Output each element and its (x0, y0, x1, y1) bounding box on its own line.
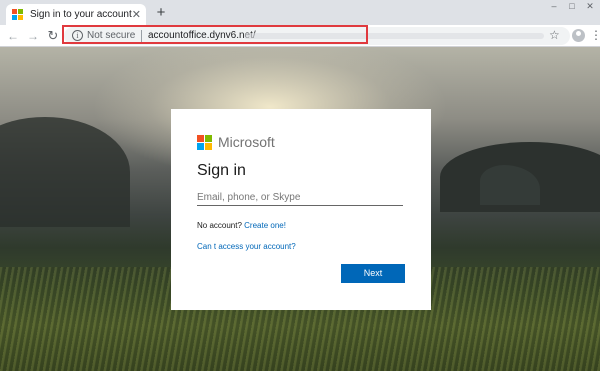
close-tab-icon[interactable]: ✕ (132, 9, 141, 21)
new-tab-button[interactable]: + (153, 5, 169, 20)
microsoft-logo-icon (197, 134, 212, 150)
bookmark-star-icon[interactable]: ☆ (549, 27, 560, 43)
microsoft-brand: Microsoft (197, 134, 275, 150)
create-account-link[interactable]: Create one! (244, 221, 286, 230)
close-window-button[interactable]: ✕ (582, 0, 598, 12)
no-account-line: No account? Create one! (197, 221, 286, 230)
tab-sign-in[interactable]: Sign in to your account ✕ (6, 4, 146, 25)
cant-access-link[interactable]: Can t access your account? (197, 242, 296, 251)
tab-title: Sign in to your account (30, 9, 132, 20)
page-title: Sign in (197, 162, 246, 179)
maximize-button[interactable]: □ (564, 0, 580, 12)
back-arrow-icon[interactable]: ← (6, 29, 20, 43)
microsoft-logo-icon (12, 9, 23, 20)
background-hill (0, 117, 130, 227)
next-button[interactable]: Next (341, 264, 405, 283)
minimize-button[interactable]: – (546, 0, 562, 12)
sign-in-card: Microsoft Sign in No account? Create one… (171, 109, 431, 310)
profile-avatar-icon[interactable] (572, 29, 585, 42)
menu-dots-icon[interactable]: ⋮ (590, 27, 600, 43)
forward-arrow-icon[interactable]: → (26, 29, 40, 43)
brand-name: Microsoft (218, 134, 275, 150)
window-controls: – □ ✕ (544, 0, 598, 12)
tab-strip: Sign in to your account ✕ + – □ ✕ (0, 0, 600, 25)
email-field[interactable] (197, 189, 403, 206)
address-highlight-box (62, 25, 368, 44)
reload-icon[interactable]: ↻ (46, 29, 60, 43)
no-account-label: No account? (197, 221, 242, 230)
